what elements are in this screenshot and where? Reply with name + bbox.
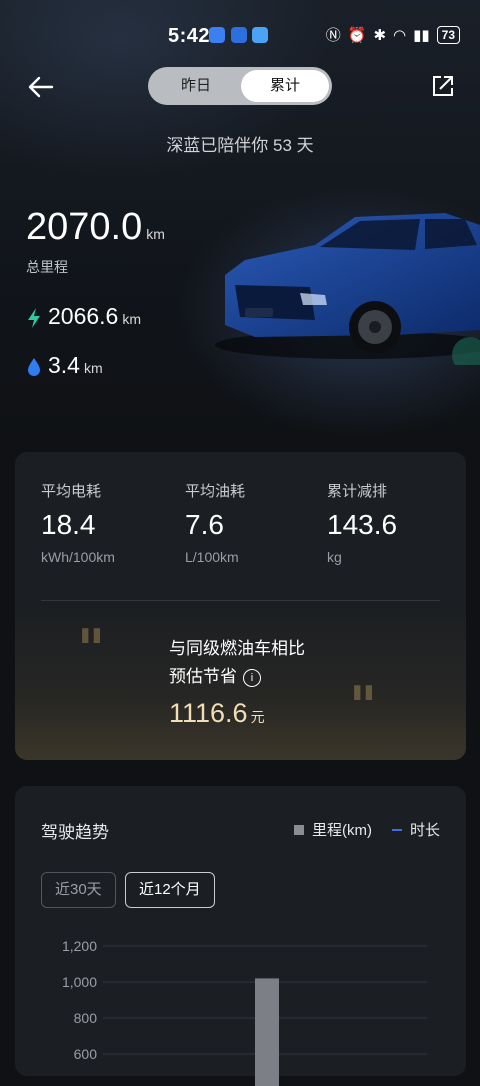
fuel-mileage: 3.4 km <box>26 352 103 379</box>
signal-icon: ▮▮ <box>413 26 430 44</box>
trend-title: 驾驶趋势 <box>41 823 109 842</box>
electric-mileage-unit: km <box>122 311 142 327</box>
tab-cumulative[interactable]: 累计 <box>241 70 329 102</box>
y-tick-label: 1,000 <box>62 974 97 990</box>
legend-mileage: 里程(km) <box>293 819 372 840</box>
savings-estimate-text: 预估节省 <box>169 667 237 686</box>
y-tick-label: 1,200 <box>62 938 97 954</box>
stat-avg-fuel: 平均油耗 7.6 L/100km <box>185 480 245 565</box>
legend-duration-label: 时长 <box>409 822 440 839</box>
stat-label: 平均油耗 <box>185 483 246 500</box>
nfc-icon: Ⓝ <box>325 27 341 44</box>
chart-bar[interactable] <box>255 978 279 1086</box>
legend-duration: 时长 <box>391 819 440 840</box>
app-icon-blue <box>209 27 225 43</box>
total-mileage-label: 总里程 <box>26 259 68 275</box>
legend-mileage-label: 里程(km) <box>311 822 372 839</box>
car-image <box>215 213 480 365</box>
status-bar: 5:42 Ⓝ ⏰ ✱ ◠ ▮▮ 73 <box>0 0 480 70</box>
savings-estimate-label: 预估节省 i <box>169 662 261 687</box>
legend-square-icon <box>293 825 304 835</box>
wifi-icon: ◠ <box>393 26 407 44</box>
chart-legend: 里程(km) 时长 <box>293 819 440 840</box>
savings-value: 1116.6 <box>169 698 248 728</box>
stat-label: 平均电耗 <box>41 483 102 500</box>
legend-line-icon <box>391 829 402 831</box>
fuel-mileage-unit: km <box>83 360 103 376</box>
stats-card: 平均电耗 18.4 kWh/100km 平均油耗 7.6 L/100km 累计减… <box>15 452 466 760</box>
stat-emission-reduction: 累计减排 143.6 kg <box>327 480 397 565</box>
status-time: 5:42 <box>168 25 211 47</box>
alarm-icon: ⏰ <box>347 26 367 44</box>
range-30-days-button[interactable]: 近30天 <box>41 872 116 908</box>
savings-amount: 1116.6 元 <box>169 698 265 729</box>
electric-mileage: 2066.6 km <box>26 303 141 330</box>
stat-avg-electric: 平均电耗 18.4 kWh/100km <box>41 480 115 565</box>
fuel-drop-icon <box>28 357 40 376</box>
stat-unit: kg <box>327 549 342 565</box>
savings-unit: 元 <box>250 709 265 725</box>
quote-mark-left-icon: " <box>77 617 106 681</box>
trend-chart: 1,200 1,000 800 600 <box>62 938 427 1086</box>
companion-days-text: 深蓝已陪伴你 53 天 <box>166 136 314 155</box>
total-mileage: 2070.0 km <box>26 206 165 249</box>
back-arrow-icon[interactable] <box>26 72 56 102</box>
info-icon[interactable]: i <box>243 669 261 687</box>
total-mileage-value: 2070.0 <box>26 206 143 248</box>
status-icons: Ⓝ ⏰ ✱ ◠ ▮▮ 73 <box>326 24 460 45</box>
y-tick-label: 800 <box>74 1010 98 1026</box>
range-12-months-button[interactable]: 近12个月 <box>125 872 215 908</box>
stat-unit: kWh/100km <box>41 549 115 565</box>
tab-yesterday[interactable]: 昨日 <box>152 70 240 102</box>
stat-value: 18.4 <box>41 509 96 540</box>
electric-mileage-value: 2066.6 <box>48 303 119 329</box>
divider <box>41 600 440 601</box>
savings-compare-text: 与同级燃油车相比 <box>169 639 305 658</box>
quote-mark-right-icon: " <box>349 674 378 738</box>
share-icon[interactable] <box>430 73 456 99</box>
fuel-mileage-value: 3.4 <box>48 352 80 378</box>
lightning-icon <box>28 307 40 328</box>
bluetooth-icon: ✱ <box>373 26 387 44</box>
weather-icon <box>252 27 268 43</box>
total-mileage-unit: km <box>146 226 165 242</box>
y-tick-label: 600 <box>74 1046 98 1062</box>
stat-value: 143.6 <box>327 509 398 540</box>
app-icon-blue-2 <box>231 27 247 43</box>
period-toggle: 昨日 累计 <box>148 67 332 105</box>
stat-value: 7.6 <box>185 509 224 540</box>
stat-unit: L/100km <box>185 549 239 565</box>
driving-trend-card: 驾驶趋势 里程(km) 时长 近30天 近12个月 1,200 1,000 800 6… <box>15 786 466 1086</box>
stat-label: 累计减排 <box>327 483 388 500</box>
battery-indicator: 73 <box>436 25 460 44</box>
